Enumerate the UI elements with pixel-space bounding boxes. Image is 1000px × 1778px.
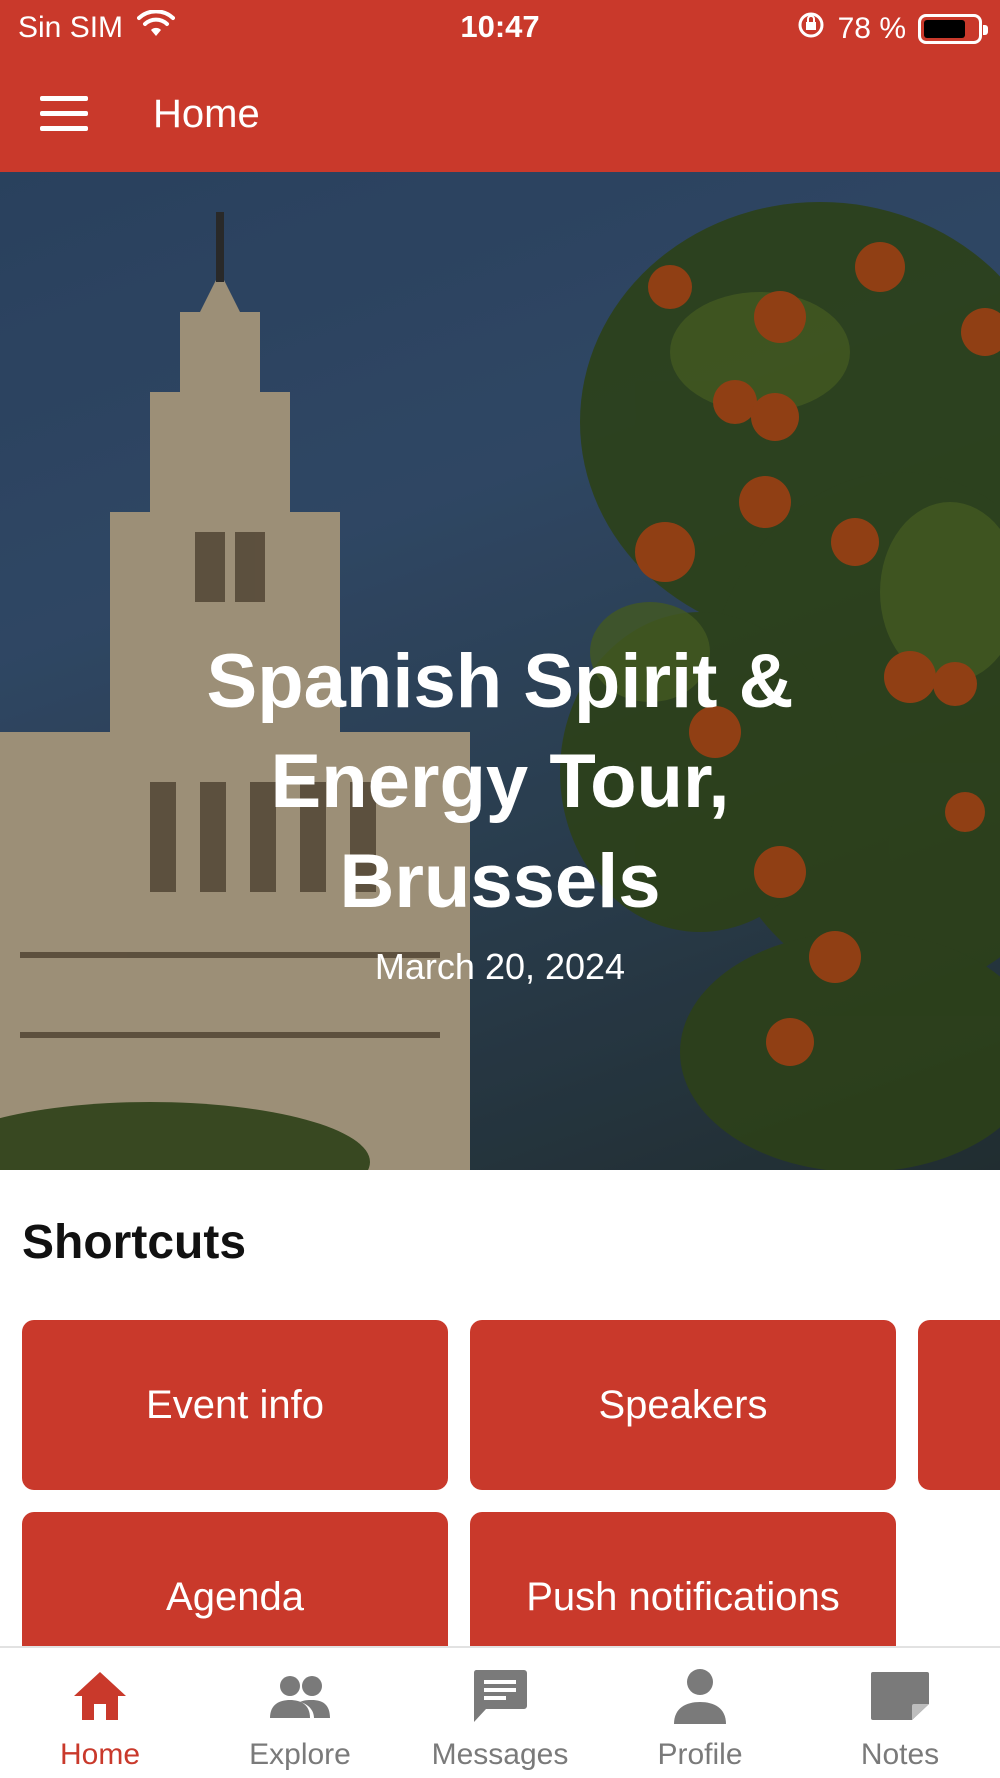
hero-banner: Spanish Spirit & Energy Tour, Brussels M… xyxy=(0,172,1000,1170)
event-date: March 20, 2024 xyxy=(374,946,626,987)
status-bar: Sin SIM 10:47 78 % xyxy=(0,0,1000,56)
nav-label: Profile xyxy=(657,1738,743,1771)
person-icon xyxy=(668,1666,732,1726)
shortcut-label: Speakers xyxy=(598,1382,768,1427)
nav-label: Home xyxy=(59,1738,141,1771)
nav-home[interactable]: Home xyxy=(0,1648,200,1778)
shortcut-label: Event info xyxy=(146,1382,324,1427)
battery-percentage: 78 % xyxy=(837,12,906,45)
note-icon xyxy=(868,1666,932,1726)
app-header: Home xyxy=(0,78,1000,150)
people-icon xyxy=(268,1666,332,1726)
nav-label: Notes xyxy=(860,1738,940,1771)
nav-messages[interactable]: Messages xyxy=(400,1648,600,1778)
nav-profile[interactable]: Profile xyxy=(600,1648,800,1778)
rotation-lock-icon xyxy=(796,10,826,48)
shortcut-label: Agenda xyxy=(166,1574,304,1619)
battery-icon xyxy=(918,14,988,44)
menu-icon[interactable] xyxy=(40,88,100,138)
nav-label: Explore xyxy=(249,1738,351,1771)
shortcut-event-info[interactable]: Event info xyxy=(22,1320,448,1490)
event-title: Spanish Spirit & Energy Tour, Brussels xyxy=(206,639,794,924)
chat-icon xyxy=(468,1666,532,1726)
nav-notes[interactable]: Notes xyxy=(800,1648,1000,1778)
shortcut-more[interactable] xyxy=(918,1320,1000,1490)
bottom-navigation: Home Explore Messages Profile Notes xyxy=(0,1646,1000,1778)
battery-fill xyxy=(924,20,965,38)
status-right: 78 % xyxy=(796,10,988,48)
shortcut-label: Push notifications xyxy=(526,1574,840,1619)
shortcut-speakers[interactable]: Speakers xyxy=(470,1320,896,1490)
home-icon xyxy=(68,1666,132,1726)
nav-explore[interactable]: Explore xyxy=(200,1648,400,1778)
shortcuts-heading: Shortcuts xyxy=(22,1216,247,1269)
page-title: Home xyxy=(153,92,260,136)
top-bar: Sin SIM 10:47 78 % Home xyxy=(0,0,1000,172)
nav-label: Messages xyxy=(431,1738,569,1771)
